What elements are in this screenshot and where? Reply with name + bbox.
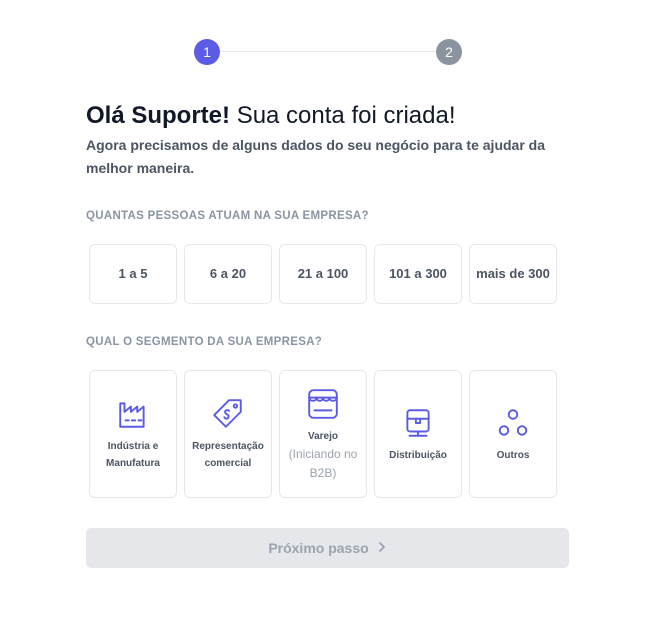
progress-stepper: 1 2 — [194, 39, 462, 65]
storefront-icon — [305, 386, 341, 422]
segment-option-commercial[interactable]: Representação comercial — [184, 370, 272, 498]
segment-option-label: Representação comercial — [192, 441, 264, 469]
stepper-connector — [218, 51, 436, 52]
next-step-label: Próximo passo — [268, 540, 369, 556]
size-option-6-20[interactable]: 6 a 20 — [184, 244, 272, 304]
segment-option-distribution[interactable]: Distribuição — [374, 370, 462, 498]
segment-option-others[interactable]: Outros — [469, 370, 557, 498]
greeting-message: Sua conta foi criada! — [236, 102, 456, 129]
greeting-name: Olá Suporte! — [86, 102, 231, 129]
segment-option-label: Distribuição — [389, 449, 447, 461]
distribution-icon — [400, 405, 436, 441]
step-2-indicator: 2 — [436, 39, 462, 65]
company-size-label: QUANTAS PESSOAS ATUAM NA SUA EMPRESA? — [86, 210, 369, 222]
segment-label: QUAL O SEGMENTO DA SUA EMPRESA? — [86, 336, 323, 348]
segment-option-retail[interactable]: Varejo (Iniciando no B2B) — [279, 370, 367, 498]
segment-option-label: Varejo — [307, 430, 339, 442]
chevron-right-icon — [377, 540, 387, 556]
segment-options: Indústria e Manufatura Representação com… — [89, 370, 557, 498]
size-option-101-300[interactable]: 101 a 300 — [374, 244, 462, 304]
page-title: Olá Suporte! Sua conta foi criada! — [86, 102, 456, 130]
size-option-300-plus[interactable]: mais de 300 — [469, 244, 557, 304]
company-size-options: 1 a 5 6 a 20 21 a 100 101 a 300 mais de … — [89, 244, 557, 304]
factory-icon — [115, 396, 151, 432]
three-circles-icon — [495, 405, 531, 441]
price-tag-icon — [210, 396, 246, 432]
segment-option-sublabel: (Iniciando no B2B) — [288, 446, 358, 480]
size-option-1-5[interactable]: 1 a 5 — [89, 244, 177, 304]
step-1-indicator: 1 — [194, 39, 220, 65]
next-step-button[interactable]: Próximo passo — [86, 528, 569, 568]
segment-option-label: Indústria e Manufatura — [106, 441, 160, 469]
segment-option-industry[interactable]: Indústria e Manufatura — [89, 370, 177, 498]
size-option-21-100[interactable]: 21 a 100 — [279, 244, 367, 304]
segment-option-label: Outros — [496, 449, 530, 461]
page-subtitle: Agora precisamos de alguns dados do seu … — [86, 137, 546, 176]
